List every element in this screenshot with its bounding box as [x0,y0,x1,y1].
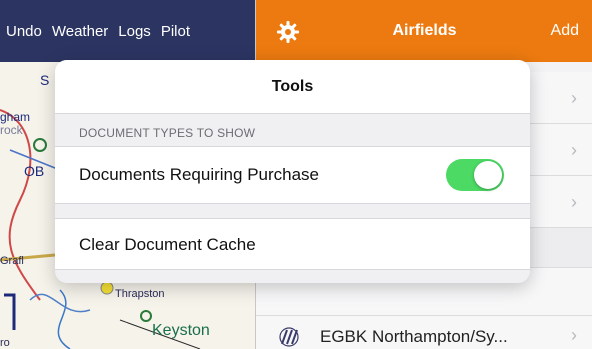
map-label-keyston: Keyston [152,322,210,339]
airfield-name: EGBK Northampton/Sy... [320,327,508,346]
pilot-button[interactable]: Pilot [161,23,190,40]
clear-document-cache-label: Clear Document Cache [79,235,256,254]
chevron-right-icon: › [571,140,577,160]
undo-button[interactable]: Undo [6,23,42,40]
map-label-s: S [40,72,50,88]
documents-requiring-purchase-row: Documents Requiring Purchase [55,146,530,204]
documents-requiring-purchase-label: Documents Requiring Purchase [79,165,320,184]
map-label-rock: rock [0,123,23,137]
chevron-right-icon: › [571,88,577,108]
map-label-ob: OB [24,163,45,179]
map-label-thrapston: Thrapston [115,288,165,300]
map-label-gham: gham [0,110,31,124]
airfield-icon [278,326,300,348]
map-label-ro: ro [0,337,10,349]
airfields-header: Airfields Add [256,0,592,62]
clear-document-cache-row[interactable]: Clear Document Cache [55,218,530,270]
section-header: DOCUMENT TYPES TO SHOW [79,126,256,140]
popover-header: Tools [55,60,530,114]
add-button[interactable]: Add [551,22,579,40]
map-toolbar: Undo Weather Logs Pilot [0,0,255,62]
chevron-right-icon: › [571,325,577,345]
airfields-title: Airfields [392,22,457,39]
toggle-knob [474,161,502,189]
tools-popover: Tools DOCUMENT TYPES TO SHOW Documents R… [55,60,530,283]
map-label-grafl: Grafl [0,255,24,267]
list-item-egbk[interactable]: EGBK Northampton/Sy... › [256,316,592,349]
popover-title: Tools [271,78,314,95]
logs-button[interactable]: Logs [118,23,151,40]
documents-requiring-purchase-toggle[interactable] [446,159,504,191]
chevron-right-icon: › [571,192,577,212]
weather-button[interactable]: Weather [52,23,108,40]
